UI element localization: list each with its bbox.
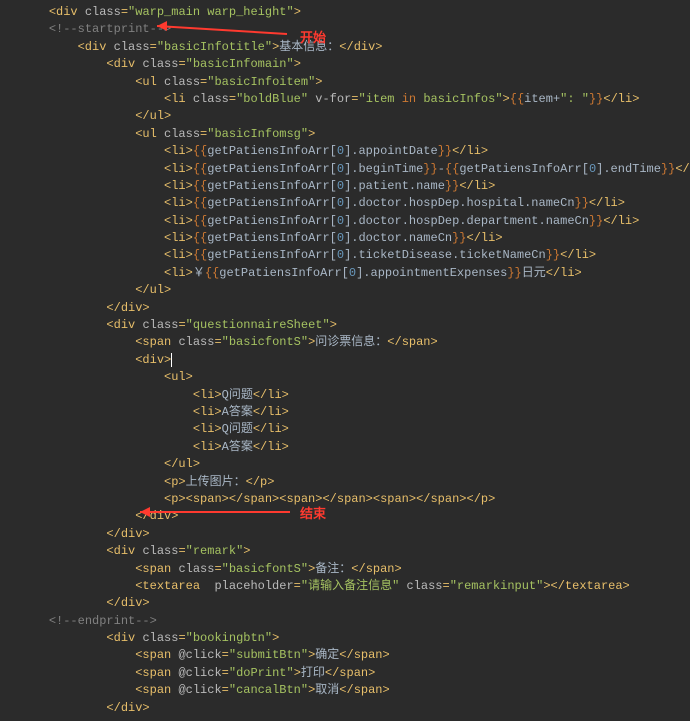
code-line: <li>{{getPatiensInfoArr[0].doctor.nameCn… <box>20 231 503 245</box>
code-line: <div class="warp_main warp_height"> <box>20 5 301 19</box>
code-line: <textarea placeholder="请输入备注信息" class="r… <box>20 579 630 593</box>
code-line: <!--endprint--> <box>20 614 157 628</box>
code-line: <li>￥{{getPatiensInfoArr[0].appointmentE… <box>20 266 582 280</box>
code-line: <p>上传图片：</p> <box>20 475 274 489</box>
code-line: <div class="basicInfotitle">基本信息：</div> <box>20 40 383 54</box>
code-line: <li>A答案</li> <box>20 405 289 419</box>
code-line: </ul> <box>20 457 200 471</box>
code-line: <span @click="cancalBtn">取消</span> <box>20 683 390 697</box>
code-line: </div> <box>20 596 150 610</box>
code-line: <span class="basicfontS">问诊票信息：</span> <box>20 335 438 349</box>
code-line: <ul> <box>20 370 193 384</box>
code-content[interactable]: <div class="warp_main warp_height"> <!--… <box>20 4 690 717</box>
code-line: </div> <box>20 509 178 523</box>
code-line: </ul> <box>20 283 171 297</box>
code-line: <span @click="submitBtn">确定</span> <box>20 648 390 662</box>
code-line: <ul class="basicInfomsg"> <box>20 127 315 141</box>
code-line: <li>A答案</li> <box>20 440 289 454</box>
code-line: <ul class="basicInfoitem"> <box>20 75 322 89</box>
code-line: <li>{{getPatiensInfoArr[0].ticketDisease… <box>20 248 596 262</box>
code-line: <span @click="doPrint">打印</span> <box>20 666 375 680</box>
code-line: <div class="remark"> <box>20 544 250 558</box>
code-line: <li>{{getPatiensInfoArr[0].appointDate}}… <box>20 144 488 158</box>
code-line: <li>{{getPatiensInfoArr[0].doctor.hospDe… <box>20 214 639 228</box>
code-line: <li>Q问题</li> <box>20 388 289 402</box>
code-line: <li>{{getPatiensInfoArr[0].patient.name}… <box>20 179 495 193</box>
code-line: <!--startprint--> <box>20 22 171 36</box>
code-line: <li class="boldBlue" v-for="item in basi… <box>20 92 639 106</box>
code-line: <div class="questionnaireSheet"> <box>20 318 337 332</box>
code-line: <p><span></span><span></span><span></spa… <box>20 492 495 506</box>
code-line: <li>{{getPatiensInfoArr[0].doctor.hospDe… <box>20 196 625 210</box>
code-line: <li>{{getPatiensInfoArr[0].beginTime}}-{… <box>20 162 690 176</box>
code-line: </div> <box>20 301 150 315</box>
code-line: <div class="bookingbtn"> <box>20 631 279 645</box>
code-line: </div> <box>20 701 150 715</box>
code-line: <span class="basicfontS">备注：</span> <box>20 562 402 576</box>
code-line: <div> <box>20 353 172 367</box>
code-line: </div> <box>20 527 150 541</box>
code-line: <li>Q问题</li> <box>20 422 289 436</box>
code-line: <div class="basicInfomain"> <box>20 57 301 71</box>
code-editor[interactable]: <div class="warp_main warp_height"> <!--… <box>0 0 690 721</box>
code-line: </ul> <box>20 109 171 123</box>
